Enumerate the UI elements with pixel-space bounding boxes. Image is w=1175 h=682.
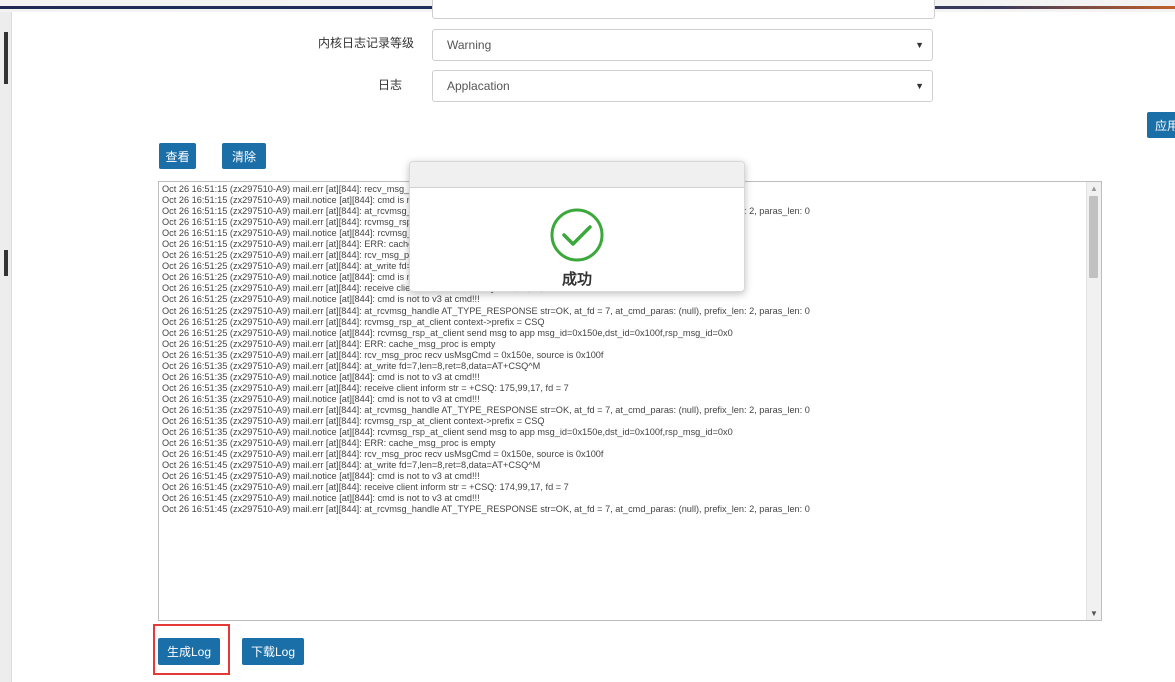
log-line: Oct 26 16:51:35 (zx297510-A9) mail.err [… [162,404,810,415]
log-type-label: 日志 [377,78,402,92]
left-edge-mark [4,32,8,84]
log-line: Oct 26 16:51:25 (zx297510-A9) mail.err [… [162,305,810,316]
kernel-log-level-select[interactable]: Warning ▼ [432,29,933,61]
left-edge-mark [4,250,8,276]
highlight-box [153,624,230,675]
chevron-down-icon: ▼ [915,81,924,91]
log-line: Oct 26 16:51:45 (zx297510-A9) mail.err [… [162,482,569,493]
log-line: Oct 26 16:51:35 (zx297510-A9) mail.err [… [162,438,496,449]
download-log-button[interactable]: 下载Log [242,638,304,665]
log-line: Oct 26 16:51:45 (zx297510-A9) mail.err [… [162,460,541,471]
kernel-log-level-label: 内核日志记录等级 [317,36,414,50]
success-dialog: 成功 [409,161,745,292]
log-type-select[interactable]: Applacation ▼ [432,70,933,102]
log-line: Oct 26 16:51:35 (zx297510-A9) mail.notic… [162,393,480,404]
log-line: Oct 26 16:51:45 (zx297510-A9) mail.err [… [162,504,810,515]
check-circle-icon [550,208,604,262]
view-button[interactable]: 查看 [159,143,196,169]
log-line: Oct 26 16:51:35 (zx297510-A9) mail.err [… [162,360,541,371]
dialog-header [410,162,744,188]
log-line: Oct 26 16:51:35 (zx297510-A9) mail.err [… [162,415,545,426]
success-message: 成功 [561,271,592,288]
log-line: Oct 26 16:51:35 (zx297510-A9) mail.err [… [162,349,604,360]
log-line: Oct 26 16:51:35 (zx297510-A9) mail.notic… [162,371,480,382]
log-line: Oct 26 16:51:25 (zx297510-A9) mail.err [… [162,338,496,349]
scroll-down-icon[interactable]: ▼ [1090,609,1098,618]
previous-select-field[interactable] [432,0,935,19]
apply-button[interactable]: 应用 [1147,112,1175,138]
log-scrollbar[interactable]: ▲ ▼ [1086,182,1101,620]
log-line: Oct 26 16:51:25 (zx297510-A9) mail.notic… [162,294,480,305]
scroll-up-icon[interactable]: ▲ [1090,184,1098,193]
log-line: Oct 26 16:51:45 (zx297510-A9) mail.err [… [162,449,604,460]
chevron-down-icon: ▼ [915,40,924,50]
left-window-edge [0,12,12,682]
log-line: Oct 26 16:51:35 (zx297510-A9) mail.notic… [162,427,733,438]
log-line: Oct 26 16:51:25 (zx297510-A9) mail.err [… [162,316,545,327]
log-line: Oct 26 16:51:35 (zx297510-A9) mail.err [… [162,382,569,393]
clear-button[interactable]: 清除 [222,143,266,169]
log-line: Oct 26 16:51:45 (zx297510-A9) mail.notic… [162,493,480,504]
scroll-thumb[interactable] [1089,196,1098,278]
log-line: Oct 26 16:51:25 (zx297510-A9) mail.notic… [162,327,733,338]
log-type-value: Applacation [447,79,510,93]
kernel-log-level-value: Warning [447,38,492,52]
log-line: Oct 26 16:51:45 (zx297510-A9) mail.notic… [162,471,480,482]
